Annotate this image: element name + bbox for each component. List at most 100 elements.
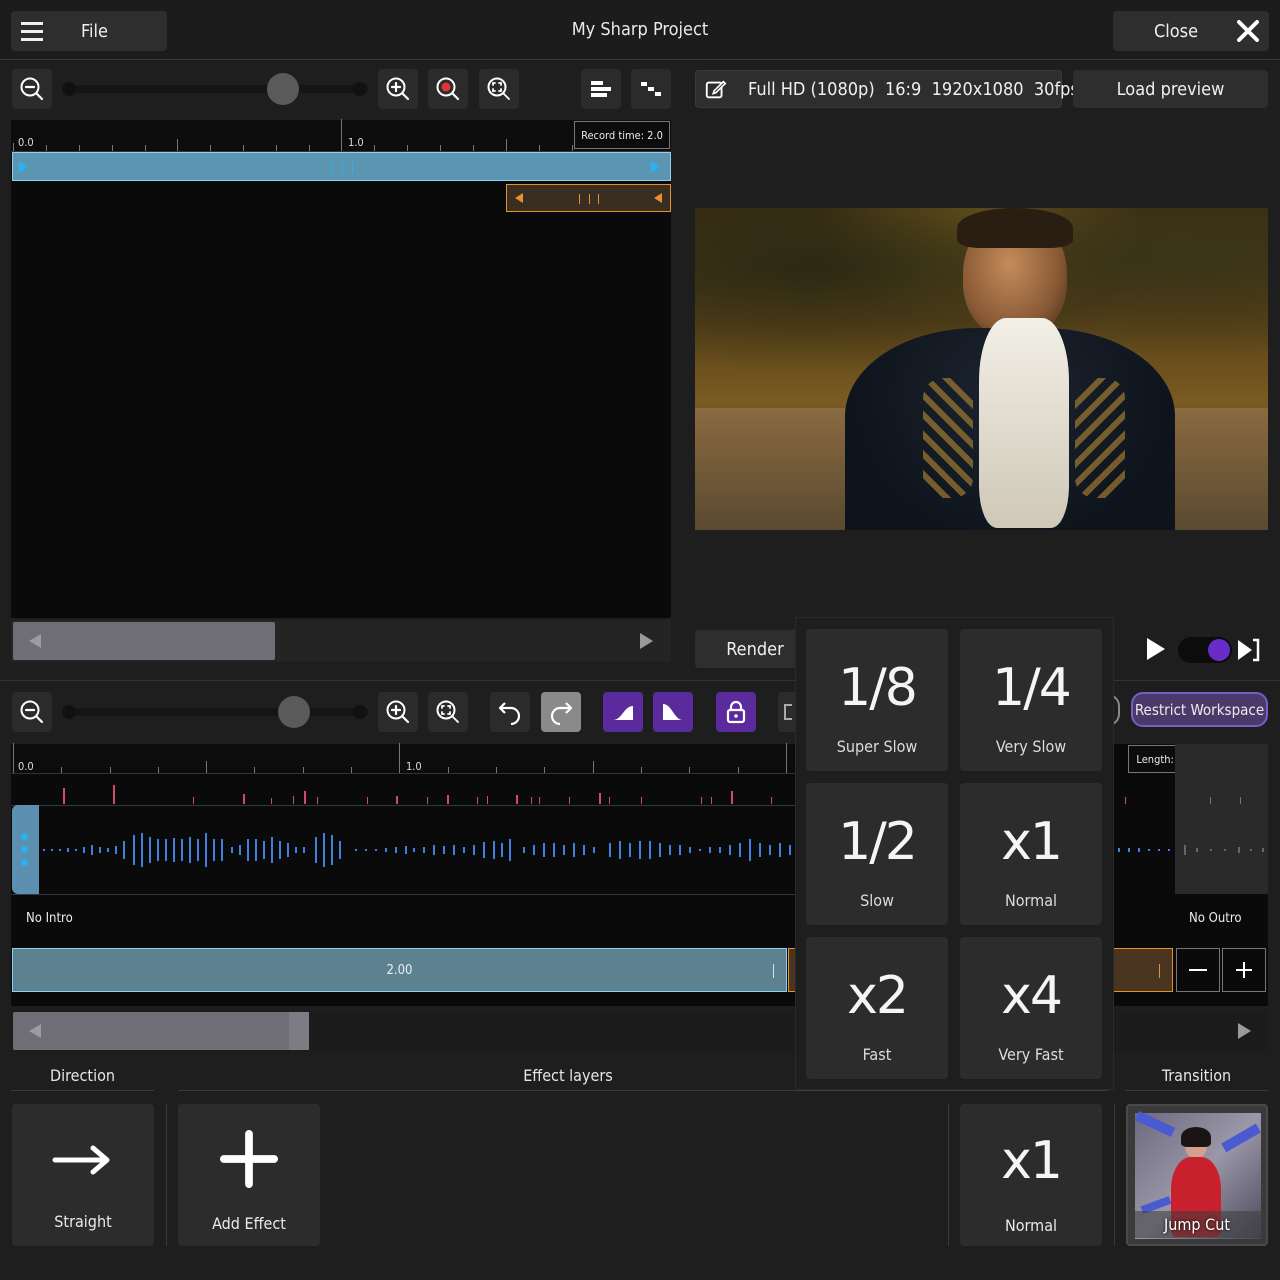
zoom-in-button[interactable] [378,69,418,109]
bottom-ruler-start-label: 0.0 [18,760,34,773]
play-icon[interactable] [1147,638,1165,660]
section-divider-2 [948,1104,949,1246]
timeline-zoom-fit-button[interactable] [428,692,468,732]
transition-title: Transition [1161,1066,1232,1085]
clip-end-handle[interactable] [773,964,774,978]
blue-track-clip[interactable] [12,152,671,181]
timeline-zoom-in-button[interactable] [378,692,418,732]
grip-handle-icon [579,194,599,204]
plus-icon [1236,962,1252,978]
slider-max-dot [353,705,367,719]
speed-card[interactable]: x1 Normal [960,1104,1102,1246]
restrict-workspace-button[interactable]: Restrict Workspace [1131,692,1268,727]
timeline-zoom-slider-knob[interactable] [278,696,310,728]
zoom-out-button[interactable] [12,69,52,109]
video-clip-bar[interactable]: 2.00 [12,948,787,992]
zoom-fit-button[interactable] [479,69,519,109]
embroidery-left [923,378,973,498]
restrict-workspace-label: Restrict Workspace [1134,700,1265,719]
speed-option-fast[interactable]: x2 Fast [806,937,948,1079]
slider-max-dot [353,82,367,96]
scroll-left-icon [29,634,41,648]
speed-option-label: Very Slow [995,737,1067,756]
bottom-ruler-mid-label: 1.0 [406,760,422,773]
speed-card-value: x1 [1001,1131,1063,1191]
person-hair [957,208,1073,248]
load-preview-button[interactable]: Load preview [1073,70,1268,108]
ease-in-icon [613,706,633,720]
skip-to-end-icon[interactable] [1236,638,1260,662]
zoom-out-icon [20,700,44,724]
format-selector[interactable]: Full HD (1080p) 16:9 1920x1080 30fps [695,70,1079,108]
speed-option-normal[interactable]: x1 Normal [960,783,1102,925]
undo-icon [498,702,521,725]
top-zoom-slider[interactable] [62,85,368,93]
timeline-zoom-out-button[interactable] [12,692,52,732]
ease-in-button[interactable] [603,692,643,732]
audio-track-handle[interactable] [12,805,39,894]
speed-option-super-slow[interactable]: 1/8 Super Slow [806,629,948,771]
speed-option-value: 1/2 [838,812,918,872]
speed-option-very-slow[interactable]: 1/4 Very Slow [960,629,1102,771]
lock-icon [726,700,746,724]
beat-marker-row [11,780,795,806]
hamburger-icon [21,21,43,41]
speed-card-label: Normal [1004,1216,1058,1235]
top-ruler-start-label: 0.0 [18,136,34,149]
undo-button[interactable] [490,692,530,732]
plus-icon [220,1130,278,1188]
top-scrollbar-thumb[interactable] [13,622,275,660]
timeline-zoom-slider[interactable] [62,708,368,716]
ease-out-button[interactable] [653,692,693,732]
embroidery-right [1075,378,1125,498]
transition-title-underline [1125,1090,1268,1091]
speed-option-value: 1/4 [992,658,1072,718]
lock-button[interactable] [716,692,756,732]
load-preview-label: Load preview [1116,78,1225,100]
transition-label: Jump Cut [1128,1211,1266,1238]
play-right-end-marker-icon [651,161,660,173]
zoom-record-icon [436,77,460,101]
section-divider-1 [166,1104,167,1246]
grip-handle-icon [331,162,353,173]
zoom-in-icon [386,700,410,724]
zoom-out-icon [20,77,44,101]
toggle-knob [1208,639,1230,661]
speed-option-very-fast[interactable]: x4 Very Fast [960,937,1102,1079]
orange-track-clip[interactable] [506,184,671,212]
edit-icon [704,77,728,101]
direction-label: Straight [54,1212,112,1231]
redo-button[interactable] [541,692,581,732]
loop-toggle[interactable] [1178,637,1232,663]
file-menu-button[interactable]: File [11,11,167,51]
speed-option-label: Normal [1004,891,1058,910]
effect-layers-title-underline [178,1090,1108,1091]
slider-min-dot [62,82,76,96]
staircase-button[interactable] [631,69,671,109]
scroll-right-icon[interactable] [1238,1023,1251,1039]
zoom-record-button[interactable] [428,69,468,109]
bracket-icon [784,704,792,720]
staircase-icon [641,82,661,96]
beat-marker-row-right [1115,780,1268,806]
speed-option-label: Slow [860,891,894,910]
scroll-right-icon[interactable] [640,633,653,649]
play-right-marker-icon [19,161,28,173]
ease-out-icon [663,704,683,720]
bottom-scrollbar-thumb[interactable] [13,1012,309,1050]
direction-card[interactable]: Straight [12,1104,154,1246]
decrease-button[interactable] [1176,948,1220,992]
close-button[interactable]: Close [1113,11,1269,51]
zoom-fit-icon [436,700,459,723]
speed-option-slow[interactable]: 1/2 Slow [806,783,948,925]
increase-button[interactable] [1222,948,1266,992]
orange-clip-end[interactable] [1113,948,1173,992]
speed-option-label: Very Fast [998,1045,1064,1064]
transition-card[interactable]: Jump Cut [1126,1104,1268,1246]
clip-duration-label: 2.00 [386,962,413,978]
align-left-button[interactable] [581,69,621,109]
bottom-ruler: 0.0 1.0 [11,743,795,774]
add-effect-card[interactable]: Add Effect [178,1104,320,1246]
waveform-right [1115,805,1268,895]
top-zoom-slider-knob[interactable] [267,73,299,105]
